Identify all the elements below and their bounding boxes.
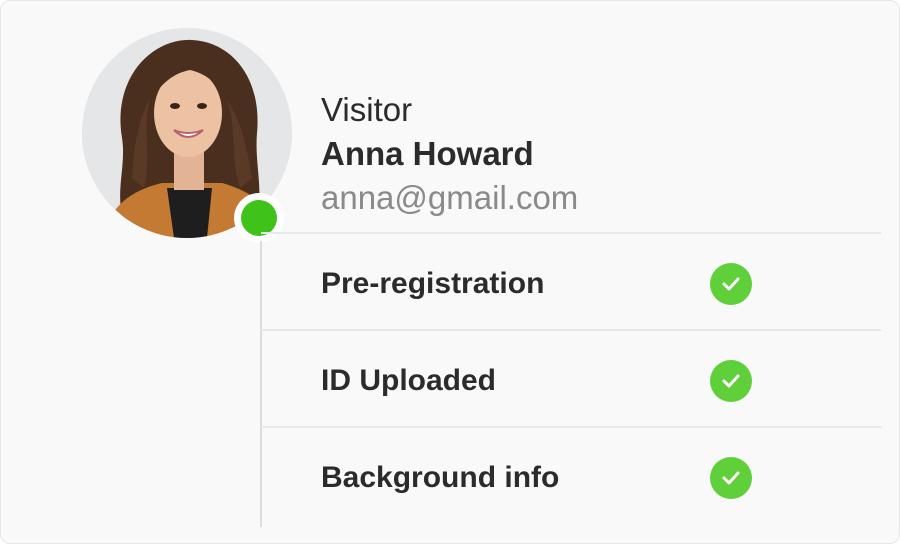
visitor-name: Anna Howard	[321, 135, 534, 172]
visitor-role: Visitor	[321, 91, 413, 128]
visitor-email: anna@gmail.com	[321, 179, 579, 216]
step-background-info: Background info	[263, 430, 881, 526]
divider	[261, 329, 881, 331]
visitor-card: Visitor Anna Howard anna@gmail.com Pre-r…	[0, 0, 900, 544]
step-id-uploaded: ID Uploaded	[263, 333, 881, 429]
check-icon	[710, 360, 752, 402]
divider	[261, 232, 881, 234]
check-icon	[710, 457, 752, 499]
step-label: Pre-registration	[321, 267, 545, 300]
divider	[261, 426, 881, 428]
step-label: ID Uploaded	[321, 364, 497, 397]
timeline-line	[260, 241, 262, 527]
check-icon	[710, 263, 752, 305]
step-label: Background info	[321, 461, 560, 494]
step-pre-registration: Pre-registration	[263, 236, 881, 332]
